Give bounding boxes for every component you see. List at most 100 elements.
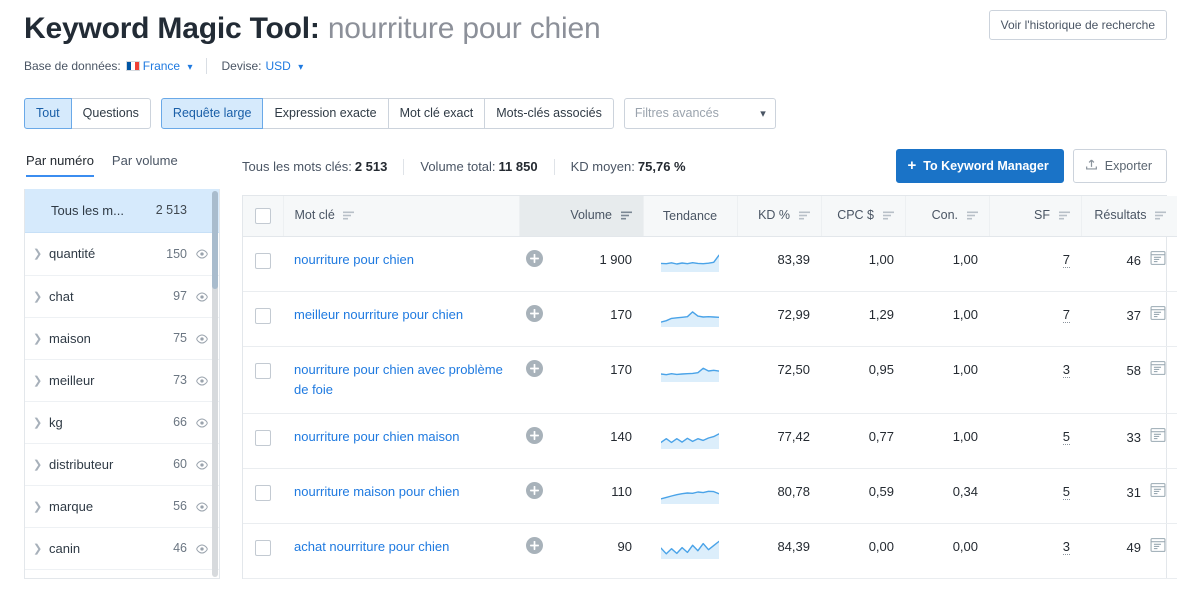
plus-circle-icon[interactable]: [526, 482, 543, 505]
plus-circle-icon[interactable]: [526, 250, 543, 273]
sidebar-item-label: quantité: [49, 246, 96, 261]
serp-window-icon[interactable]: [1150, 305, 1166, 327]
filter-button-expression-exacte[interactable]: Expression exacte: [262, 97, 389, 129]
chevron-right-icon[interactable]: ❯: [33, 332, 49, 345]
row-checkbox-cell[interactable]: [243, 468, 283, 524]
row-checkbox-cell[interactable]: [243, 236, 283, 292]
keyword-link[interactable]: nourriture pour chien maison: [294, 429, 459, 444]
column-header-kd[interactable]: KD %: [737, 195, 822, 237]
sidebar-scrollbar[interactable]: [212, 190, 218, 577]
column-header-volume[interactable]: Volume: [519, 195, 644, 237]
serp-window-icon[interactable]: [1150, 360, 1166, 382]
sidebar-item-label: Tous les m...: [51, 202, 124, 218]
export-button[interactable]: Exporter: [1072, 148, 1167, 183]
advanced-filters-dropdown[interactable]: Filtres avancés ▾: [623, 97, 776, 129]
sidebar-item-chat[interactable]: ❯ chat 97: [25, 274, 219, 317]
sidebar-item-maison[interactable]: ❯ maison 75: [25, 316, 219, 359]
eye-icon[interactable]: [187, 372, 209, 388]
filter-group-match: Requête large Expression exacte Mot clé ex…: [160, 97, 614, 129]
sidebar-item-meilleur[interactable]: ❯ meilleur 73: [25, 358, 219, 401]
chevron-right-icon[interactable]: ❯: [33, 458, 49, 471]
eye-icon[interactable]: [187, 288, 209, 304]
sidebar-item-petit[interactable]: ❯petit45: [25, 568, 219, 578]
sf-value[interactable]: 5: [1062, 429, 1070, 445]
sidebar-item-marque[interactable]: ❯ marque 56: [25, 484, 219, 527]
database-selector[interactable]: France ▾: [143, 59, 193, 73]
stat-divider: [553, 158, 555, 175]
plus-circle-icon[interactable]: [526, 427, 543, 450]
filter-button-tout[interactable]: Tout: [24, 97, 72, 129]
chevron-right-icon[interactable]: ❯: [33, 542, 49, 555]
column-header-sf[interactable]: SF: [989, 195, 1082, 237]
chevron-right-icon[interactable]: ❯: [33, 290, 49, 303]
filter-button-questions[interactable]: Questions: [70, 97, 151, 129]
column-header-cpc[interactable]: CPC $: [821, 195, 906, 237]
sidebar-item-kg[interactable]: ❯ kg 66: [25, 400, 219, 443]
serp-window-icon[interactable]: [1150, 427, 1166, 449]
filter-button-requ-te-large[interactable]: Requête large: [160, 97, 264, 129]
plus-circle-icon[interactable]: [526, 305, 543, 328]
filter-button-mot-cl-exact[interactable]: Mot clé exact: [387, 97, 486, 129]
trend-cell: [643, 236, 737, 292]
sidebar-keyword-groups[interactable]: Tous les m... 2 513 ❯ quantité 150 ❯ chat 97 ❯…: [24, 188, 220, 579]
row-checkbox-cell[interactable]: [243, 291, 283, 347]
sidebar-tab-par-volume[interactable]: Par volume: [112, 153, 178, 177]
sort-icon: [620, 209, 632, 223]
sf-value[interactable]: 3: [1062, 362, 1070, 378]
eye-icon[interactable]: [187, 246, 209, 262]
sidebar-item-canin[interactable]: ❯ canin 46: [25, 526, 219, 569]
chevron-right-icon[interactable]: ❯: [33, 247, 49, 260]
column-header-keyword[interactable]: Mot clé: [283, 195, 520, 237]
eye-icon[interactable]: [187, 540, 209, 556]
row-checkbox[interactable]: [255, 484, 271, 501]
column-header-competition[interactable]: Con.: [905, 195, 990, 237]
row-checkbox-cell[interactable]: [243, 413, 283, 469]
scrollbar-thumb[interactable]: [212, 190, 218, 289]
chevron-right-icon[interactable]: ❯: [33, 500, 49, 513]
currency-selector[interactable]: USD ▾: [262, 59, 304, 73]
eye-icon[interactable]: [187, 456, 209, 472]
column-header-results[interactable]: Résultats: [1081, 195, 1177, 237]
sf-value[interactable]: 7: [1062, 307, 1070, 323]
eye-icon[interactable]: [187, 498, 209, 514]
keyword-link[interactable]: nourriture maison pour chien: [294, 484, 459, 499]
plus-circle-icon[interactable]: [526, 360, 543, 383]
chevron-right-icon[interactable]: ❯: [33, 374, 49, 387]
keyword-link[interactable]: achat nourriture pour chien: [294, 539, 449, 554]
filter-button-mots-cl-s-associ-s[interactable]: Mots-clés associés: [484, 97, 614, 129]
select-all-checkbox[interactable]: [254, 207, 271, 224]
sf-value[interactable]: 7: [1062, 252, 1070, 268]
to-keyword-manager-button[interactable]: + To Keyword Manager: [895, 148, 1064, 183]
sidebar-item-label: kg: [49, 414, 63, 430]
chevron-right-icon[interactable]: ❯: [33, 416, 49, 429]
view-search-history-button[interactable]: Voir l'historique de recherche: [988, 10, 1167, 40]
keyword-link[interactable]: nourriture pour chien avec problème de f…: [294, 362, 503, 397]
serp-window-icon[interactable]: [1150, 482, 1166, 504]
column-header-checkbox[interactable]: [243, 195, 284, 237]
row-checkbox-cell[interactable]: [243, 523, 283, 579]
eye-icon[interactable]: [187, 330, 209, 346]
sidebar-item-quantit-[interactable]: ❯ quantité 150: [25, 233, 219, 275]
row-checkbox-cell[interactable]: [243, 346, 283, 414]
keyword-link[interactable]: meilleur nourriture pour chien: [294, 307, 463, 322]
competition-cell: 0,00: [905, 523, 989, 579]
serp-window-icon[interactable]: [1150, 537, 1166, 559]
sort-icon: [343, 209, 355, 223]
sf-value[interactable]: 3: [1062, 539, 1070, 555]
serp-window-icon[interactable]: [1150, 250, 1166, 272]
plus-circle-icon[interactable]: [526, 537, 543, 560]
row-checkbox[interactable]: [255, 429, 271, 446]
row-checkbox[interactable]: [255, 307, 271, 324]
keyword-link[interactable]: nourriture pour chien: [294, 252, 414, 267]
row-checkbox[interactable]: [255, 539, 271, 556]
sidebar-item-all-keywords[interactable]: Tous les m... 2 513: [25, 188, 219, 233]
keywords-table: Mot clé Volume Tendance KD % CPC $ Con. …: [243, 195, 1177, 579]
sf-value[interactable]: 5: [1062, 484, 1070, 500]
eye-icon[interactable]: [187, 414, 209, 430]
sidebar-item-distributeur[interactable]: ❯ distributeur 60: [25, 442, 219, 485]
row-checkbox[interactable]: [255, 252, 271, 269]
meta-divider: [206, 57, 208, 74]
row-checkbox[interactable]: [255, 362, 271, 379]
sidebar-tab-par-num-ro[interactable]: Par numéro: [26, 153, 94, 177]
sort-icon: [882, 209, 894, 223]
